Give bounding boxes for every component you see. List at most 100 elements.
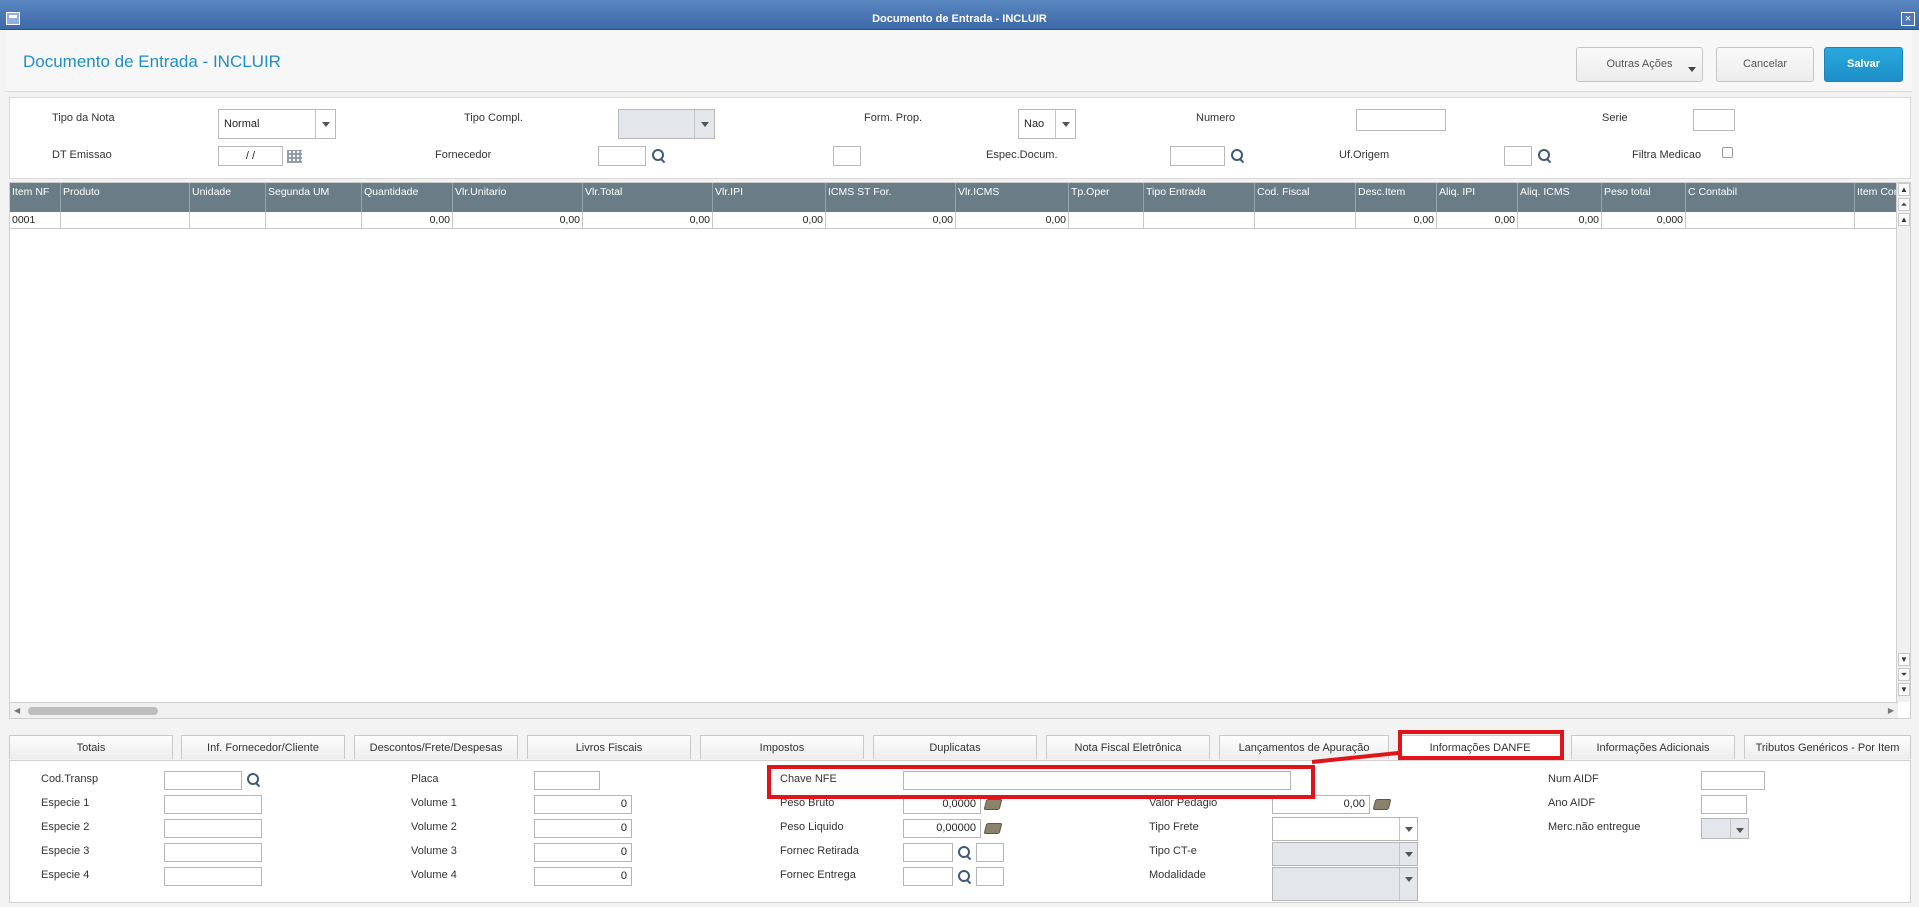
grid-column-header[interactable]: Unidade — [190, 183, 266, 212]
calendar-icon[interactable] — [287, 150, 302, 163]
fornec-retirada-loja-input[interactable] — [976, 843, 1004, 862]
search-icon[interactable] — [1230, 148, 1246, 164]
grid-column-header[interactable]: Quantidade — [362, 183, 453, 212]
scroll-right-icon[interactable]: ▶ — [1888, 706, 1894, 715]
grid-column-header[interactable]: Aliq. IPI — [1437, 183, 1518, 212]
ano-aidf-input[interactable] — [1701, 795, 1747, 814]
tipo-nota-select[interactable]: Normal — [218, 109, 336, 139]
fornec-retirada-input[interactable] — [903, 843, 953, 862]
especie-4-input[interactable] — [164, 867, 262, 886]
calculator-icon[interactable] — [983, 823, 1003, 834]
numero-input[interactable] — [1356, 109, 1446, 131]
grid-cell[interactable] — [190, 212, 266, 229]
volume-2-input[interactable]: 0 — [534, 819, 632, 838]
close-icon[interactable]: × — [1901, 12, 1915, 26]
grid-column-header[interactable]: C Contabil — [1686, 183, 1855, 212]
cancel-button[interactable]: Cancelar — [1716, 47, 1814, 82]
scroll-top-icon[interactable]: ⏶ — [1898, 198, 1910, 211]
grid-column-header[interactable]: Peso total — [1602, 183, 1686, 212]
other-actions-button[interactable]: Outras Ações — [1576, 47, 1703, 82]
fornecedor-loja-input[interactable] — [833, 146, 861, 166]
peso-liquido-input[interactable]: 0,00000 — [903, 819, 981, 838]
chevron-down-icon[interactable] — [1399, 843, 1417, 865]
chevron-down-icon[interactable] — [315, 110, 335, 138]
grid-cell[interactable] — [1686, 212, 1855, 229]
calculator-icon[interactable] — [983, 799, 1003, 810]
tab-totais[interactable]: Totais — [9, 735, 173, 759]
grid-cell[interactable]: 0,00 — [1356, 212, 1437, 229]
num-aidf-input[interactable] — [1701, 771, 1765, 790]
grid-cell[interactable]: 0,00 — [826, 212, 956, 229]
save-button[interactable]: Salvar — [1824, 47, 1903, 82]
especie-2-input[interactable] — [164, 819, 262, 838]
filtra-medicao-checkbox[interactable] — [1722, 147, 1733, 158]
tipo-compl-select[interactable] — [618, 109, 715, 139]
volume-1-input[interactable]: 0 — [534, 795, 632, 814]
grid-column-header[interactable]: Vlr.Unitario — [453, 183, 583, 212]
tab-descontos-frete-despesas[interactable]: Descontos/Frete/Despesas — [354, 735, 518, 759]
calculator-icon[interactable] — [1372, 799, 1392, 810]
chevron-down-icon[interactable] — [1399, 868, 1417, 900]
search-icon[interactable] — [1537, 148, 1553, 164]
especie-3-input[interactable] — [164, 843, 262, 862]
chevron-down-icon[interactable] — [1055, 110, 1075, 138]
volume-4-input[interactable]: 0 — [534, 867, 632, 886]
form-prop-select[interactable]: Nao — [1018, 109, 1076, 139]
horizontal-scrollbar[interactable]: ◀ ▶ — [10, 702, 1898, 718]
grid-column-header[interactable]: Tp.Oper — [1069, 183, 1144, 212]
tab-informacoes-adicionais[interactable]: Informações Adicionais — [1571, 735, 1735, 759]
grid-cell[interactable]: 0,00 — [1518, 212, 1602, 229]
grid-column-header[interactable]: Vlr.ICMS — [956, 183, 1069, 212]
vertical-scrollbar[interactable]: ▲ ⏶ ▲ ▼ ⏷ ▼ — [1896, 183, 1910, 702]
grid-column-header[interactable]: Cod. Fiscal — [1255, 183, 1356, 212]
grid-cell[interactable]: 0,00 — [713, 212, 826, 229]
espec-docum-input[interactable] — [1170, 146, 1225, 166]
search-icon[interactable] — [246, 772, 262, 788]
scrollbar-thumb[interactable] — [28, 707, 158, 715]
grid-cell[interactable]: 0,00 — [956, 212, 1069, 229]
tipo-frete-select[interactable] — [1272, 817, 1418, 841]
grid-column-header[interactable]: Aliq. ICMS — [1518, 183, 1602, 212]
grid-cell[interactable] — [61, 212, 190, 229]
merc-nao-entregue-select[interactable] — [1701, 818, 1749, 839]
grid-column-header[interactable]: Item NF — [10, 183, 61, 212]
tab-nota-fiscal-eletronica[interactable]: Nota Fiscal Eletrônica — [1046, 735, 1210, 759]
grid-cell[interactable] — [1144, 212, 1255, 229]
search-icon[interactable] — [651, 148, 667, 164]
grid-column-header[interactable]: Vlr.IPI — [713, 183, 826, 212]
uf-origem-input[interactable] — [1504, 146, 1532, 166]
chevron-down-icon[interactable] — [694, 110, 714, 138]
fornec-entrega-input[interactable] — [903, 867, 953, 886]
scroll-down-icon[interactable]: ▼ — [1898, 683, 1910, 696]
scroll-up-icon[interactable]: ▲ — [1898, 183, 1910, 196]
grid-column-header[interactable]: Tipo Entrada — [1144, 183, 1255, 212]
scroll-up-icon[interactable]: ▲ — [1898, 213, 1910, 226]
tab-duplicatas[interactable]: Duplicatas — [873, 735, 1037, 759]
tipo-cte-select[interactable] — [1272, 842, 1418, 866]
grid-cell[interactable]: 0,00 — [1437, 212, 1518, 229]
search-icon[interactable] — [957, 869, 973, 885]
grid-cell[interactable]: 0,00 — [362, 212, 453, 229]
fornec-entrega-loja-input[interactable] — [976, 867, 1004, 886]
chevron-down-icon[interactable] — [1730, 819, 1748, 838]
tab-inf-fornecedor-cliente[interactable]: Inf. Fornecedor/Cliente — [181, 735, 345, 759]
grid-column-header[interactable]: Segunda UM — [266, 183, 362, 212]
grid-column-header[interactable]: Produto — [61, 183, 190, 212]
grid-cell[interactable]: 0,00 — [583, 212, 713, 229]
tab-livros-fiscais[interactable]: Livros Fiscais — [527, 735, 691, 759]
search-icon[interactable] — [957, 845, 973, 861]
especie-1-input[interactable] — [164, 795, 262, 814]
cod-transp-input[interactable] — [164, 771, 242, 790]
chevron-down-icon[interactable] — [1399, 818, 1417, 840]
fornecedor-input[interactable] — [598, 146, 646, 166]
grid-column-header[interactable]: Desc.Item — [1356, 183, 1437, 212]
scroll-left-icon[interactable]: ◀ — [14, 706, 20, 715]
grid-cell[interactable] — [1069, 212, 1144, 229]
grid-column-header[interactable]: Vlr.Total — [583, 183, 713, 212]
scroll-bottom-icon[interactable]: ⏷ — [1898, 668, 1910, 681]
grid-column-header[interactable]: ICMS ST For. — [826, 183, 956, 212]
placa-input[interactable] — [534, 771, 600, 790]
volume-3-input[interactable]: 0 — [534, 843, 632, 862]
grid-cell[interactable] — [266, 212, 362, 229]
scroll-down-icon[interactable]: ▼ — [1898, 653, 1910, 666]
